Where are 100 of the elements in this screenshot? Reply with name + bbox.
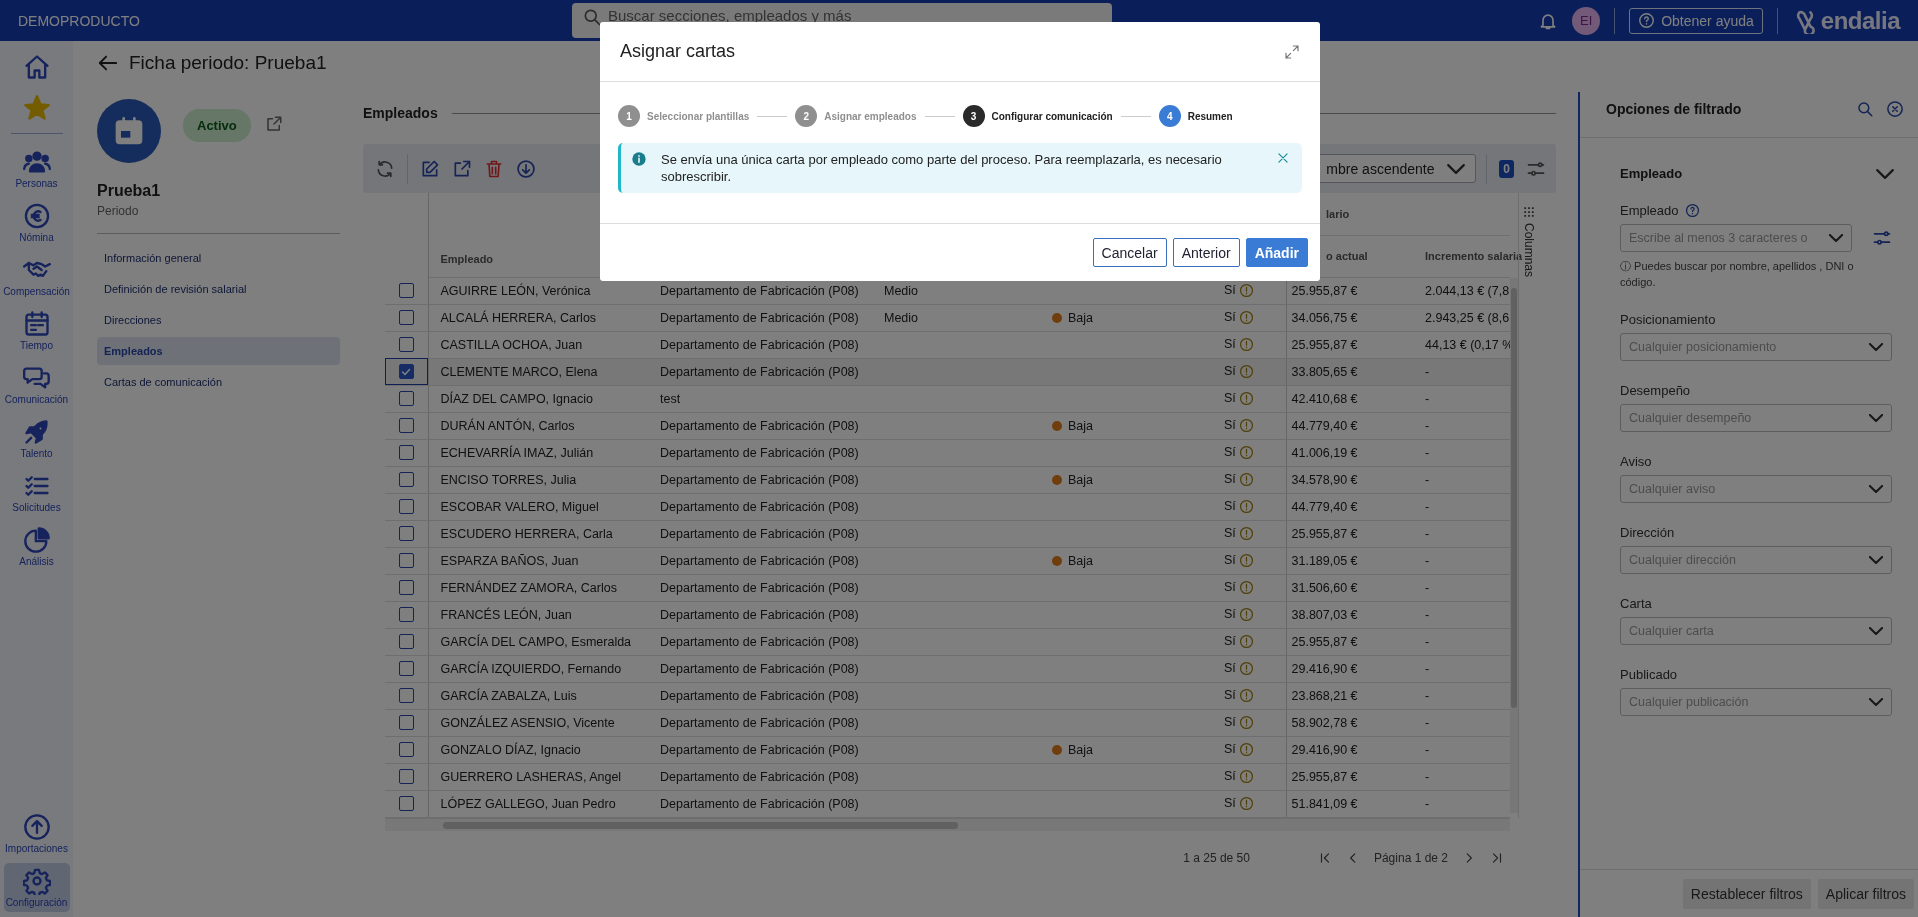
table-cell: 44.779,40 € xyxy=(1286,412,1413,439)
vertical-scrollbar[interactable] xyxy=(1510,278,1518,813)
field-label: Aviso xyxy=(1620,454,1652,469)
close-alert-button[interactable] xyxy=(1276,151,1290,165)
table-cell: GARCÍA ZABALZA, Luis xyxy=(428,682,648,709)
checkbox[interactable] xyxy=(398,580,414,596)
help-button[interactable]: Obtener ayuda xyxy=(1629,7,1763,34)
checkbox[interactable] xyxy=(398,337,414,353)
expand-button[interactable] xyxy=(1284,43,1300,60)
checkbox[interactable] xyxy=(398,310,414,326)
edit-button[interactable] xyxy=(420,158,440,179)
side-menu-item[interactable]: Direcciones xyxy=(97,306,340,334)
table-cell: 41.006,19 € xyxy=(1286,439,1413,466)
status-label: Baja xyxy=(1068,310,1094,325)
checkbox[interactable] xyxy=(398,364,414,380)
side-menu-item[interactable]: Cartas de comunicación xyxy=(97,368,340,396)
last-page-button[interactable] xyxy=(1490,850,1504,865)
table-cell: 31.189,05 € xyxy=(1286,547,1413,574)
user-avatar[interactable]: EI xyxy=(1572,6,1601,35)
warning-icon xyxy=(1238,553,1254,569)
open-external-button[interactable] xyxy=(264,115,283,133)
checkbox[interactable] xyxy=(398,742,414,758)
nav-item[interactable]: Talento xyxy=(3,414,70,463)
advanced-search-button[interactable] xyxy=(1872,228,1892,248)
column-header[interactable]: Incremento salaria xyxy=(1425,250,1523,262)
checkbox[interactable] xyxy=(398,472,414,488)
table-cell: Departamento de Fabricación (P08) xyxy=(648,412,872,439)
status-dot xyxy=(1052,745,1062,756)
nav-item[interactable]: Análisis xyxy=(3,522,70,571)
checkbox[interactable] xyxy=(398,391,414,407)
checkbox[interactable] xyxy=(398,499,414,515)
flag-text: Sí xyxy=(1224,741,1236,756)
search-button[interactable] xyxy=(1856,99,1874,118)
side-menu-item[interactable]: Información general xyxy=(97,244,340,272)
chevron-down-icon xyxy=(1869,698,1883,706)
delete-button[interactable] xyxy=(484,158,504,179)
search-icon xyxy=(1856,99,1874,118)
page-range: 1 a 25 de 50 xyxy=(1183,850,1250,865)
step-label: Configurar comunicación xyxy=(991,110,1113,122)
field-label: Posicionamiento xyxy=(1620,312,1716,327)
nav-item[interactable]: Tiempo xyxy=(3,306,70,355)
table-cell: Departamento de Fabricación (P08) xyxy=(648,520,872,547)
reset-filters-button[interactable]: Restablecer filtros xyxy=(1682,878,1811,909)
apply-filters-button[interactable]: Aplicar filtros xyxy=(1817,878,1914,909)
checkbox[interactable] xyxy=(398,607,414,623)
nav-item[interactable]: Personas xyxy=(3,144,70,193)
collapse-button[interactable] xyxy=(1876,168,1894,179)
columns-tab[interactable]: Columnas xyxy=(1521,223,1536,278)
warning-icon xyxy=(1238,283,1254,299)
export-button[interactable] xyxy=(452,158,472,179)
checkbox[interactable] xyxy=(398,715,414,731)
flag-text: Sí xyxy=(1224,552,1236,567)
column-header[interactable]: Empleado xyxy=(440,252,494,265)
table-cell: 34.056,75 € xyxy=(1286,304,1413,331)
nav-item[interactable]: Configuración xyxy=(3,863,70,912)
flag-text: Sí xyxy=(1224,363,1236,378)
warning-icon xyxy=(1238,445,1254,461)
table-cell: Departamento de Fabricación (P08) xyxy=(648,547,872,574)
side-menu-item[interactable]: Empleados xyxy=(97,337,340,365)
warning-icon xyxy=(1238,526,1254,542)
table-cell: Departamento de Fabricación (P08) xyxy=(648,331,872,358)
checkbox[interactable] xyxy=(398,282,414,298)
table-cell: 58.902,78 € xyxy=(1286,709,1413,736)
flag-text: Sí xyxy=(1224,768,1236,783)
nav-item[interactable]: Importaciones xyxy=(3,809,70,858)
refresh-button[interactable] xyxy=(375,158,395,179)
nav-item[interactable]: Nómina xyxy=(3,198,70,247)
table-cell: GARCÍA IZQUIERDO, Fernando xyxy=(428,655,648,682)
nav-item[interactable]: Solicitudes xyxy=(3,468,70,517)
info-icon xyxy=(631,151,647,167)
close-button[interactable] xyxy=(1886,99,1904,118)
chevron-down-icon xyxy=(1869,627,1883,635)
table-cell: ESPARZA BAÑOS, Juan xyxy=(428,547,648,574)
side-menu-item[interactable]: Definición de revisión salarial xyxy=(97,275,340,303)
chevron-down-icon xyxy=(1869,556,1883,564)
dialog-button[interactable]: Anterior xyxy=(1172,238,1240,267)
download-button[interactable] xyxy=(516,158,536,179)
warning-icon xyxy=(1238,742,1254,758)
checkbox[interactable] xyxy=(398,661,414,677)
table-cell: 25.955,87 € xyxy=(1286,763,1413,790)
page-indicator: Página 1 de 2 xyxy=(1373,850,1448,865)
checkbox[interactable] xyxy=(398,796,414,812)
status-label: Baja xyxy=(1068,742,1094,757)
table-cell: Departamento de Fabricación (P08) xyxy=(648,358,872,385)
checkbox[interactable] xyxy=(398,526,414,542)
checkbox[interactable] xyxy=(398,634,414,650)
checkbox[interactable] xyxy=(398,445,414,461)
trash-icon xyxy=(484,158,504,179)
table-cell: Departamento de Fabricación (P08) xyxy=(648,601,872,628)
close-icon xyxy=(1886,99,1904,118)
column-header[interactable]: o actual xyxy=(1326,250,1368,262)
dialog-button[interactable]: Añadir xyxy=(1245,238,1308,267)
checkbox[interactable] xyxy=(398,769,414,785)
checkbox[interactable] xyxy=(398,553,414,569)
checkbox[interactable] xyxy=(398,688,414,704)
status-dot xyxy=(1052,313,1062,324)
nav-item[interactable]: Comunicación xyxy=(3,360,70,409)
dialog-button[interactable]: Cancelar xyxy=(1092,238,1167,267)
checkbox[interactable] xyxy=(398,418,414,434)
nav-item[interactable]: Compensación xyxy=(3,252,70,301)
